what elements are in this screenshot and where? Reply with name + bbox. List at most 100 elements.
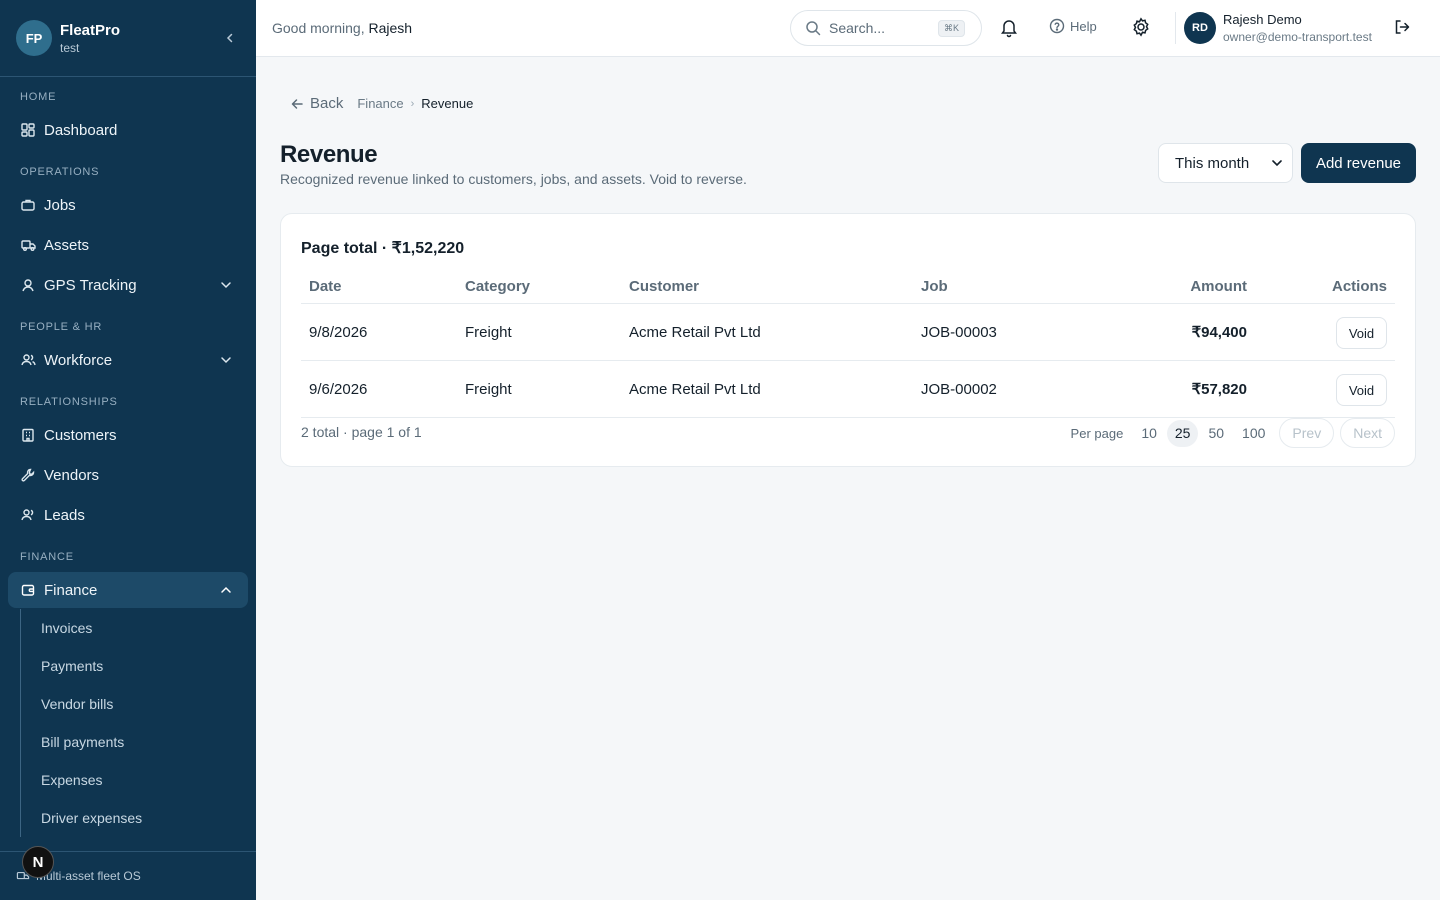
avatar[interactable]: RD — [1184, 12, 1216, 44]
search-placeholder: Search... — [829, 20, 886, 36]
sidebar-item-gps-tracking[interactable]: GPS Tracking — [0, 265, 256, 305]
briefcase-icon — [20, 197, 36, 213]
wrench-icon — [20, 467, 36, 483]
void-button[interactable]: Void — [1336, 374, 1387, 406]
period-select[interactable]: This month — [1158, 143, 1293, 183]
brand-subtitle: test — [60, 40, 80, 55]
finance-submenu: Invoices Payments Vendor bills Bill paym… — [20, 609, 256, 837]
column-category: Category — [465, 278, 531, 295]
per-page-10[interactable]: 10 — [1133, 420, 1165, 447]
nav-section-people-hr: PEOPLE & HR — [20, 321, 103, 333]
per-page-100[interactable]: 100 — [1234, 420, 1273, 447]
dashboard-icon — [20, 122, 36, 138]
sidebar-item-dashboard[interactable]: Dashboard — [0, 110, 256, 150]
arrow-left-icon — [290, 97, 310, 111]
per-page-25[interactable]: 25 — [1166, 419, 1199, 447]
sidebar-item-customers[interactable]: Customers — [0, 415, 256, 455]
sidebar-item-leads[interactable]: Leads — [0, 495, 256, 535]
breadcrumb: Back Finance › Revenue — [290, 95, 473, 112]
sidebar-item-workforce[interactable]: Workforce — [0, 340, 256, 380]
sidebar-item-invoices[interactable]: Invoices — [21, 609, 256, 647]
search-shortcut: ⌘K — [937, 20, 965, 37]
logout-icon[interactable] — [1393, 18, 1411, 41]
add-revenue-button[interactable]: Add revenue — [1301, 143, 1416, 183]
column-date: Date — [309, 278, 342, 295]
pagination: Per page 10 25 50 100 Prev Next — [1071, 418, 1395, 448]
help-button[interactable]: Help — [1049, 18, 1097, 34]
sidebar-item-label: Vendors — [44, 466, 100, 484]
search-icon — [805, 20, 821, 36]
table-row: 9/8/2026 Freight Acme Retail Pvt Ltd JOB… — [301, 304, 1395, 361]
topbar-divider — [1175, 12, 1176, 44]
sidebar-item-label: Jobs — [44, 196, 76, 214]
page-total: Page total · ₹1,52,220 — [301, 240, 465, 257]
column-amount: Amount — [1190, 278, 1247, 295]
cell-category: Freight — [465, 324, 512, 341]
sidebar-item-driver-expenses[interactable]: Driver expenses — [21, 799, 256, 837]
back-label: Back — [310, 95, 344, 112]
column-customer: Customer — [629, 278, 700, 295]
column-job: Job — [921, 278, 948, 295]
prev-page-button[interactable]: Prev — [1279, 418, 1335, 448]
sidebar-item-bill-payments[interactable]: Bill payments — [21, 723, 256, 761]
user-plus-icon — [20, 507, 36, 523]
period-value: This month — [1175, 154, 1250, 172]
sidebar-item-label: Dashboard — [44, 121, 118, 139]
back-button[interactable]: Back — [290, 95, 343, 112]
cell-job: JOB-00002 — [921, 381, 997, 398]
breadcrumb-finance[interactable]: Finance — [357, 96, 403, 111]
chevron-down-icon — [218, 352, 234, 368]
dev-tools-badge[interactable]: N — [22, 846, 54, 878]
greeting-text: Good morning, — [272, 20, 365, 36]
breadcrumb-current: Revenue — [421, 96, 474, 111]
user-info[interactable]: Rajesh Demo owner@demo-transport.test — [1223, 12, 1372, 44]
collapse-sidebar-icon[interactable] — [220, 28, 240, 48]
sidebar-item-label: GPS Tracking — [44, 276, 137, 294]
help-circle-icon — [1049, 18, 1065, 34]
nav-section-relationships: RELATIONSHIPS — [20, 396, 118, 408]
sidebar-item-label: Finance — [44, 581, 98, 599]
topbar: Good morning, Rajesh Search... ⌘K Help R… — [256, 0, 1440, 57]
nav-section-finance: FINANCE — [20, 551, 74, 563]
table-header: Date Category Customer Job Amount Action… — [301, 270, 1395, 304]
nav-section-operations: OPERATIONS — [20, 166, 100, 178]
sidebar-item-label: Workforce — [44, 351, 113, 369]
sidebar-item-label: Leads — [44, 506, 85, 524]
sidebar-item-payments[interactable]: Payments — [21, 647, 256, 685]
cell-category: Freight — [465, 381, 512, 398]
nav-section-home: HOME — [20, 91, 57, 103]
help-label: Help — [1070, 18, 1097, 34]
search-input[interactable]: Search... ⌘K — [790, 10, 982, 46]
cell-customer: Acme Retail Pvt Ltd — [629, 381, 761, 398]
pagination-summary: 2 total · page 1 of 1 — [301, 424, 422, 440]
void-button[interactable]: Void — [1336, 317, 1387, 349]
sidebar-item-expenses[interactable]: Expenses — [21, 761, 256, 799]
per-page-50[interactable]: 50 — [1200, 420, 1232, 447]
chevron-up-icon — [218, 582, 234, 598]
brand-logo: FP — [16, 20, 52, 56]
chevron-down-icon — [218, 277, 234, 293]
users-icon — [20, 352, 36, 368]
cell-customer: Acme Retail Pvt Ltd — [629, 324, 761, 341]
sidebar-item-finance[interactable]: Finance — [8, 572, 248, 608]
user-email: owner@demo-transport.test — [1223, 30, 1372, 44]
cell-amount: ₹94,400 — [1191, 324, 1247, 341]
brand-header: FP FleatPro test — [0, 0, 256, 77]
per-page-label: Per page — [1070, 425, 1124, 441]
gear-icon[interactable] — [1131, 17, 1151, 42]
page-subtitle: Recognized revenue linked to customers, … — [280, 171, 747, 187]
user-name: Rajesh Demo — [1223, 12, 1302, 27]
brand-name: FleatPro — [60, 21, 121, 39]
sidebar-item-assets[interactable]: Assets — [0, 225, 256, 265]
sidebar-item-vendors[interactable]: Vendors — [0, 455, 256, 495]
wallet-icon — [20, 582, 36, 598]
sidebar-item-label: Customers — [44, 426, 117, 444]
cell-job: JOB-00003 — [921, 324, 997, 341]
page-title: Revenue — [280, 141, 378, 168]
sidebar-item-jobs[interactable]: Jobs — [0, 185, 256, 225]
sidebar-item-vendor-bills[interactable]: Vendor bills — [21, 685, 256, 723]
table-row: 9/6/2026 Freight Acme Retail Pvt Ltd JOB… — [301, 361, 1395, 418]
next-page-button[interactable]: Next — [1340, 418, 1395, 448]
truck-icon — [20, 237, 36, 253]
bell-icon[interactable] — [1000, 18, 1018, 43]
